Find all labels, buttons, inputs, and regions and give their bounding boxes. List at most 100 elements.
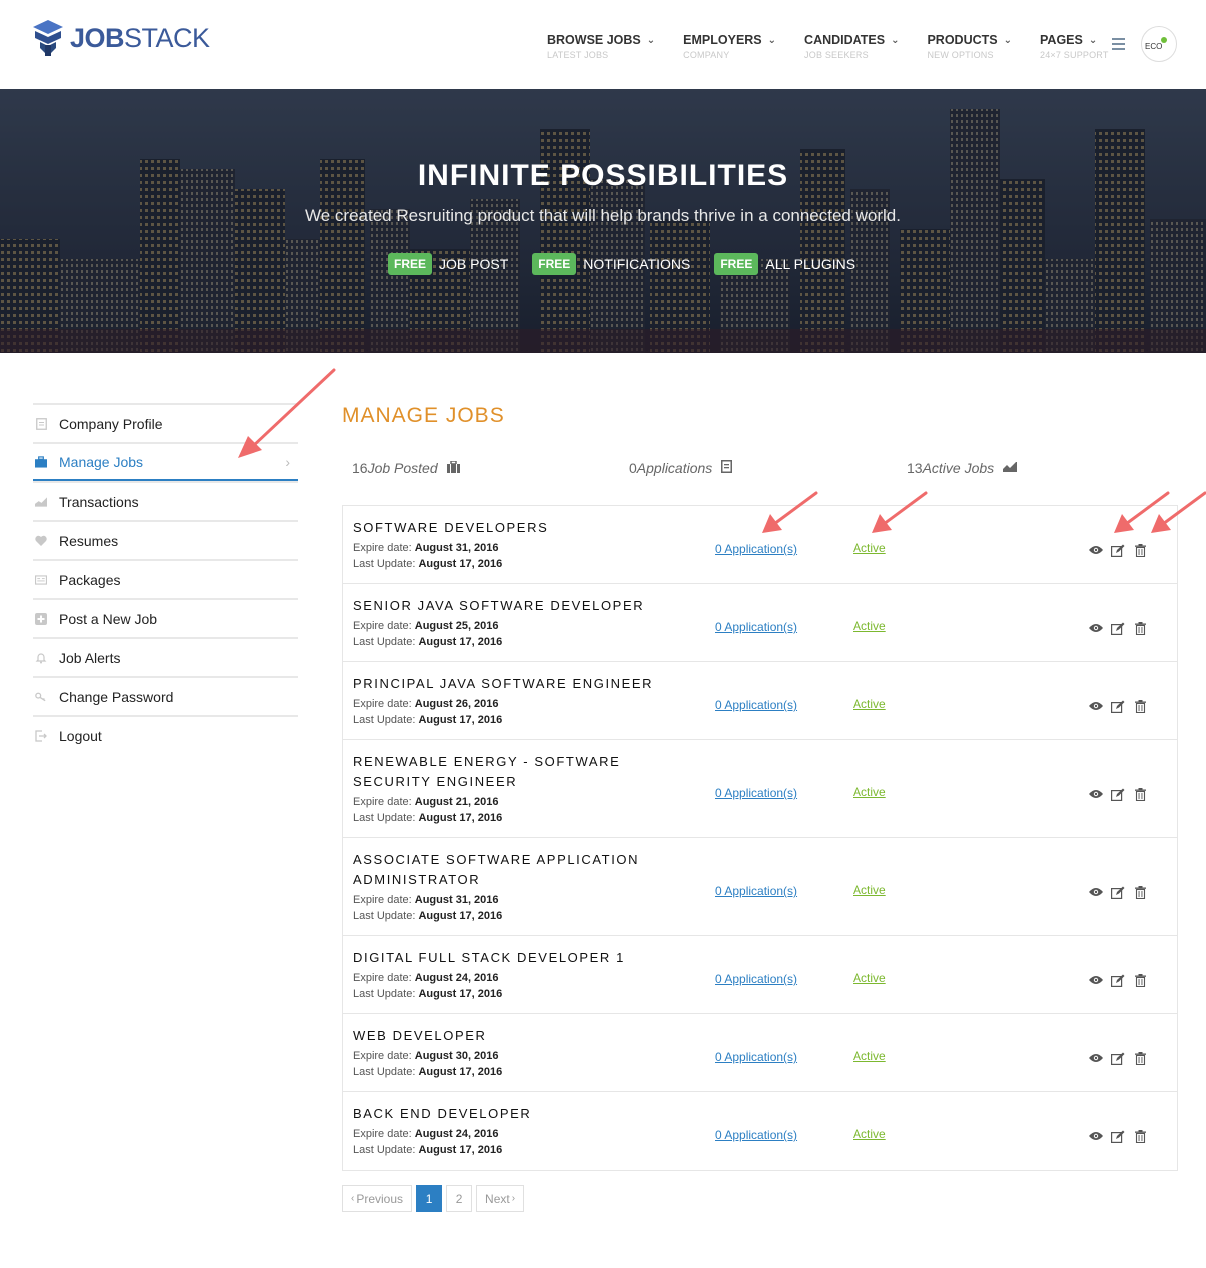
nav-label: PAGES ⌄ [1040, 33, 1098, 47]
delete-icon[interactable] [1131, 885, 1149, 899]
page-1-button[interactable]: 1 [416, 1185, 443, 1212]
applications-link[interactable]: 0 Application(s) [715, 1128, 797, 1142]
view-icon[interactable] [1087, 699, 1105, 713]
job-title[interactable]: PRINCIPAL JAVA SOFTWARE ENGINEER [353, 674, 673, 694]
nav-sublabel: LATEST JOBS [547, 50, 609, 60]
package-icon [35, 574, 47, 586]
job-actions [1087, 1129, 1153, 1143]
sidebar-item-label: Change Password [59, 688, 174, 705]
badge-label: ALL PLUGINS [765, 256, 856, 272]
applications-link[interactable]: 0 Application(s) [715, 786, 797, 800]
chevron-right-icon: › [285, 453, 290, 470]
delete-icon[interactable] [1131, 543, 1149, 557]
delete-icon[interactable] [1131, 699, 1149, 713]
menu-icon[interactable] [1112, 38, 1125, 51]
sidebar-item-manage-jobs[interactable]: Manage Jobs › [33, 442, 298, 481]
next-page-button[interactable]: Next › [476, 1185, 525, 1212]
job-row: ASSOCIATE SOFTWARE APPLICATION ADMINISTR… [343, 838, 1177, 936]
status-link[interactable]: Active [853, 697, 886, 711]
nav-item-candidates[interactable]: CANDIDATES ⌄ JOB SEEKERS [804, 33, 899, 60]
nav-item-browse-jobs[interactable]: BROWSE JOBS ⌄ LATEST JOBS [547, 33, 655, 60]
status-link[interactable]: Active [853, 1127, 886, 1141]
job-dates: Expire date: August 24, 2016 Last Update… [353, 1128, 503, 1156]
logo[interactable]: JOBSTACK [32, 18, 210, 58]
job-stats: 16 Job Posted 0 Applications 13 Active Jobs [352, 459, 1132, 480]
status-link[interactable]: Active [853, 619, 886, 633]
badge-label: NOTIFICATIONS [583, 256, 691, 272]
delete-icon[interactable] [1131, 973, 1149, 987]
edit-icon[interactable] [1109, 973, 1127, 987]
applications-link[interactable]: 0 Application(s) [715, 884, 797, 898]
status-link[interactable]: Active [853, 785, 886, 799]
job-title[interactable]: ASSOCIATE SOFTWARE APPLICATION ADMINISTR… [353, 850, 673, 890]
job-actions [1087, 699, 1153, 713]
delete-icon[interactable] [1131, 787, 1149, 801]
sidebar-item-post-a-new-job[interactable]: Post a New Job [33, 598, 298, 637]
status-link[interactable]: Active [853, 971, 886, 985]
status-link[interactable]: Active [853, 541, 886, 555]
hero-banner: INFINITE POSSIBILITIES We created Resrui… [0, 89, 1206, 353]
job-row: BACK END DEVELOPER Expire date: August 2… [343, 1092, 1177, 1170]
nav-item-products[interactable]: PRODUCTS ⌄ NEW OPTIONS [927, 33, 1012, 60]
job-title[interactable]: BACK END DEVELOPER [353, 1104, 673, 1124]
status-link[interactable]: Active [853, 1049, 886, 1063]
job-title[interactable]: SOFTWARE DEVELOPERS [353, 518, 673, 538]
sidebar-item-label: Transactions [59, 493, 139, 510]
svg-text:ECO: ECO [1145, 42, 1162, 51]
edit-icon[interactable] [1109, 543, 1127, 557]
status-link[interactable]: Active [853, 883, 886, 897]
delete-icon[interactable] [1131, 1051, 1149, 1065]
sidebar-item-transactions[interactable]: Transactions [33, 481, 298, 520]
sidebar-item-change-password[interactable]: Change Password [33, 676, 298, 715]
job-dates: Expire date: August 31, 2016 Last Update… [353, 542, 503, 570]
view-icon[interactable] [1087, 973, 1105, 987]
avatar[interactable]: ECO [1141, 26, 1177, 62]
chevron-down-icon: ⌄ [646, 35, 656, 46]
sidebar-item-company-profile[interactable]: Company Profile [33, 403, 298, 442]
job-actions [1087, 973, 1153, 987]
view-icon[interactable] [1087, 621, 1105, 635]
hero-badge: FREE NOTIFICATIONS [532, 253, 690, 275]
view-icon[interactable] [1087, 1051, 1105, 1065]
delete-icon[interactable] [1131, 1129, 1149, 1143]
applications-link[interactable]: 0 Application(s) [715, 698, 797, 712]
edit-icon[interactable] [1109, 621, 1127, 635]
delete-icon[interactable] [1131, 621, 1149, 635]
nav-sublabel: COMPANY [683, 50, 730, 60]
view-icon[interactable] [1087, 787, 1105, 801]
page-2-button[interactable]: 2 [446, 1185, 473, 1212]
prev-page-button[interactable]: ‹ Previous [342, 1185, 413, 1212]
clipboard-icon [721, 460, 733, 476]
edit-icon[interactable] [1109, 885, 1127, 899]
job-title[interactable]: RENEWABLE ENERGY - SOFTWARE SECURITY ENG… [353, 752, 673, 792]
job-title[interactable]: DIGITAL FULL STACK DEVELOPER 1 [353, 948, 673, 968]
sidebar-item-resumes[interactable]: Resumes [33, 520, 298, 559]
edit-icon[interactable] [1109, 699, 1127, 713]
applications-link[interactable]: 0 Application(s) [715, 972, 797, 986]
job-dates: Expire date: August 30, 2016 Last Update… [353, 1050, 503, 1078]
account-sidebar: Company Profile Manage Jobs › Transactions R… [33, 403, 298, 754]
key-icon [35, 691, 47, 703]
job-actions [1087, 543, 1153, 557]
applications-link[interactable]: 0 Application(s) [715, 620, 797, 634]
applications-link[interactable]: 0 Application(s) [715, 542, 797, 556]
view-icon[interactable] [1087, 1129, 1105, 1143]
edit-icon[interactable] [1109, 1051, 1127, 1065]
view-icon[interactable] [1087, 543, 1105, 557]
sidebar-item-logout[interactable]: Logout [33, 715, 298, 754]
hero-title: INFINITE POSSIBILITIES [417, 159, 789, 192]
sidebar-item-packages[interactable]: Packages [33, 559, 298, 598]
nav-item-pages[interactable]: PAGES ⌄ 24×7 SUPPORT [1040, 33, 1109, 60]
job-title[interactable]: WEB DEVELOPER [353, 1026, 673, 1046]
applications-link[interactable]: 0 Application(s) [715, 1050, 797, 1064]
chart-icon [35, 496, 47, 508]
free-tag: FREE [714, 253, 759, 275]
edit-icon[interactable] [1109, 1129, 1127, 1143]
nav-item-employers[interactable]: EMPLOYERS ⌄ COMPANY [683, 33, 776, 60]
heart-icon [35, 535, 47, 547]
job-row: WEB DEVELOPER Expire date: August 30, 20… [343, 1014, 1177, 1092]
job-title[interactable]: SENIOR JAVA SOFTWARE DEVELOPER [353, 596, 673, 616]
sidebar-item-job-alerts[interactable]: Job Alerts [33, 637, 298, 676]
edit-icon[interactable] [1109, 787, 1127, 801]
view-icon[interactable] [1087, 885, 1105, 899]
